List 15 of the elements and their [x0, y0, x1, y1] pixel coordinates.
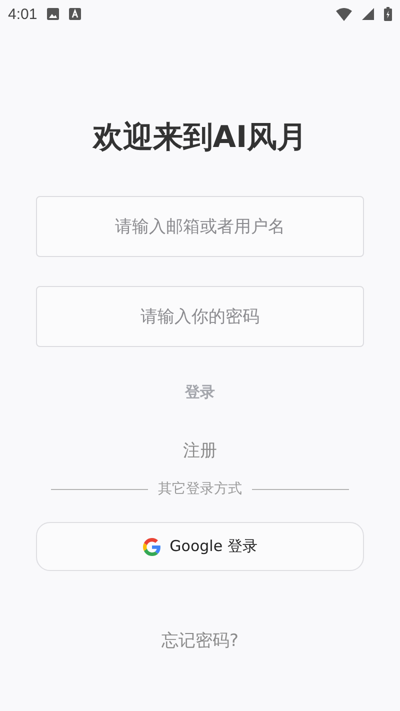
- image-icon: [47, 8, 60, 20]
- signal-icon: [362, 8, 374, 20]
- google-login-button[interactable]: Google 登录: [36, 522, 364, 571]
- register-link[interactable]: 注册: [183, 439, 217, 462]
- google-icon: [142, 538, 161, 556]
- font-icon: [69, 8, 82, 20]
- login-button[interactable]: 登录: [177, 381, 223, 404]
- input-field[interactable]: 请输入你的密码: [36, 286, 364, 347]
- wifi-icon: [336, 8, 352, 20]
- input-field[interactable]: 请输入邮箱或者用户名: [36, 196, 364, 257]
- status-time: 4:01: [8, 6, 38, 22]
- welcome-title: 欢迎来到AI风月: [92, 120, 308, 156]
- battery-icon: [384, 7, 392, 21]
- divider-label: 其它登录方式: [158, 480, 242, 498]
- forgot-password-link[interactable]: 忘记密码?: [161, 629, 239, 652]
